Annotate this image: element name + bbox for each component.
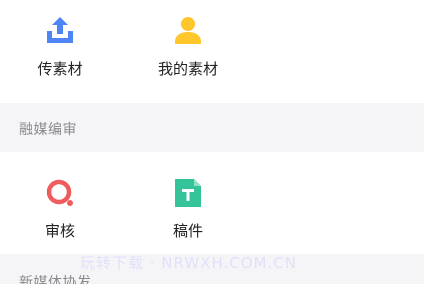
draft-document-icon bbox=[175, 179, 201, 207]
my-materials-button[interactable]: 我的素材 bbox=[143, 14, 233, 79]
person-icon bbox=[175, 17, 201, 44]
upload-icon bbox=[47, 17, 73, 43]
upload-material-button[interactable]: 传素材 bbox=[15, 14, 105, 79]
section-header-media-edit: 融媒编审 bbox=[0, 103, 424, 152]
my-materials-label: 我的素材 bbox=[157, 60, 218, 78]
review-button[interactable]: 审核 bbox=[15, 176, 105, 241]
review-icon bbox=[46, 179, 73, 206]
app-screen: 传素材 我的素材 融媒编审 审核 稿件 新媒体协发 玩转下载 · NRWXH.C… bbox=[0, 0, 424, 284]
watermark: 玩转下载 · NRWXH.COM.CN bbox=[80, 254, 297, 272]
upload-material-label: 传素材 bbox=[37, 60, 83, 78]
section-title-media-edit: 融媒编审 bbox=[19, 122, 77, 138]
drafts-label: 稿件 bbox=[172, 222, 203, 240]
drafts-button[interactable]: 稿件 bbox=[143, 176, 233, 241]
review-label: 审核 bbox=[44, 222, 75, 240]
section-title-new-media: 新媒体协发 bbox=[19, 275, 92, 284]
material-panel: 传素材 我的素材 bbox=[0, 0, 424, 103]
